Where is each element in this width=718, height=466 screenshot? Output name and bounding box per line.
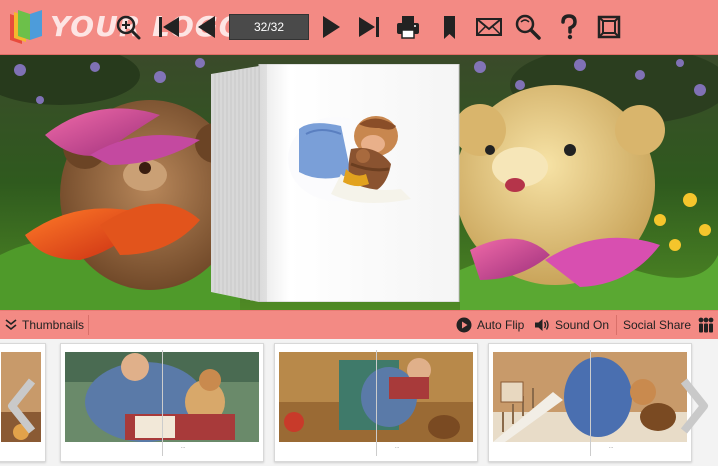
thumbnails-label: Thumbnails — [22, 318, 85, 332]
thumbnail-caption: ... — [395, 444, 400, 450]
open-book[interactable] — [211, 64, 461, 302]
fullscreen-icon — [597, 15, 621, 39]
help-icon — [561, 14, 577, 40]
separator — [88, 315, 89, 335]
print-icon — [397, 16, 419, 39]
thumbnail-page[interactable]: ... — [488, 343, 692, 462]
thumbnails-previous-arrow-icon[interactable] — [6, 377, 36, 435]
previous-page-icon — [198, 16, 215, 38]
auto-flip-button[interactable]: Auto Flip — [456, 311, 524, 339]
book-stage — [0, 55, 718, 310]
top-toolbar: YOUR LOGO 32/32 — [0, 0, 718, 55]
last-page-icon — [359, 17, 379, 37]
page-fold — [376, 350, 377, 456]
last-page-button[interactable] — [352, 10, 386, 44]
page-fold — [590, 350, 591, 456]
logo-book-icon — [10, 10, 42, 44]
separator — [616, 315, 617, 335]
thumbnail-page[interactable]: ... — [60, 343, 264, 462]
sound-label: Sound On — [555, 318, 610, 332]
thumbnail-caption: ... — [609, 444, 614, 450]
thumbnails-next-arrow-icon[interactable] — [680, 377, 710, 435]
thumbnail-page[interactable]: ... — [274, 343, 478, 462]
print-button[interactable] — [391, 10, 425, 44]
auto-flip-label: Auto Flip — [477, 318, 525, 332]
first-page-icon — [159, 17, 179, 37]
sound-toggle-button[interactable]: Sound On — [534, 311, 609, 339]
fullscreen-button[interactable] — [592, 10, 626, 44]
social-share-button[interactable]: Social Share — [623, 311, 715, 339]
thumbnail-caption: ... — [181, 444, 186, 450]
speaker-icon — [535, 319, 549, 331]
people-icon — [698, 317, 714, 333]
first-page-button[interactable] — [152, 10, 186, 44]
social-share-label: Social Share — [623, 318, 692, 332]
email-icon — [476, 18, 502, 36]
play-icon — [456, 317, 472, 333]
flipbook-viewer: YOUR LOGO 32/32 Thumbnails Auto Flip Sou… — [0, 0, 718, 466]
page-fold — [162, 350, 163, 456]
double-chevron-down-icon — [5, 319, 17, 331]
bookmark-button[interactable] — [432, 10, 466, 44]
bottom-toolbar: Thumbnails Auto Flip Sound On Social Sha… — [0, 310, 718, 340]
thumbnail-strip: ... ... ... — [0, 339, 718, 466]
zoom-in-icon — [116, 15, 141, 40]
previous-page-button[interactable] — [190, 10, 224, 44]
search-icon — [515, 14, 541, 40]
help-button[interactable] — [552, 10, 586, 44]
thumbnails-toggle[interactable]: Thumbnails — [5, 311, 84, 339]
bookmark-icon — [444, 16, 455, 39]
page-indicator[interactable]: 32/32 — [229, 14, 309, 40]
zoom-in-button[interactable] — [111, 10, 145, 44]
email-button[interactable] — [472, 10, 506, 44]
next-page-button[interactable] — [314, 10, 348, 44]
search-button[interactable] — [511, 10, 545, 44]
next-page-icon — [323, 16, 340, 38]
